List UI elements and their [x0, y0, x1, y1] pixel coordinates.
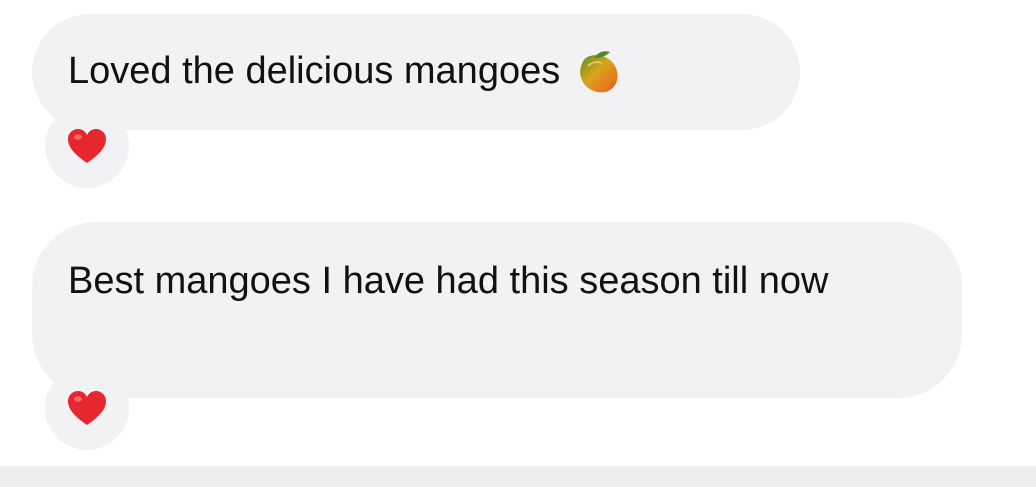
message-text: Loved the delicious mangoes — [68, 49, 561, 92]
bottom-divider — [0, 466, 1036, 487]
reaction-badge[interactable] — [45, 104, 129, 188]
heart-icon — [68, 129, 106, 163]
heart-icon — [68, 391, 106, 425]
message-bubble[interactable]: Best mangoes I have had this season till… — [32, 222, 962, 398]
chat-thread: Loved the delicious mangoes Best mangoes… — [0, 0, 1036, 487]
reaction-badge[interactable] — [45, 366, 129, 450]
message-bubble[interactable]: Loved the delicious mangoes — [32, 14, 800, 130]
message-text: Best mangoes I have had this season till… — [68, 259, 829, 302]
mango-icon — [580, 51, 618, 93]
